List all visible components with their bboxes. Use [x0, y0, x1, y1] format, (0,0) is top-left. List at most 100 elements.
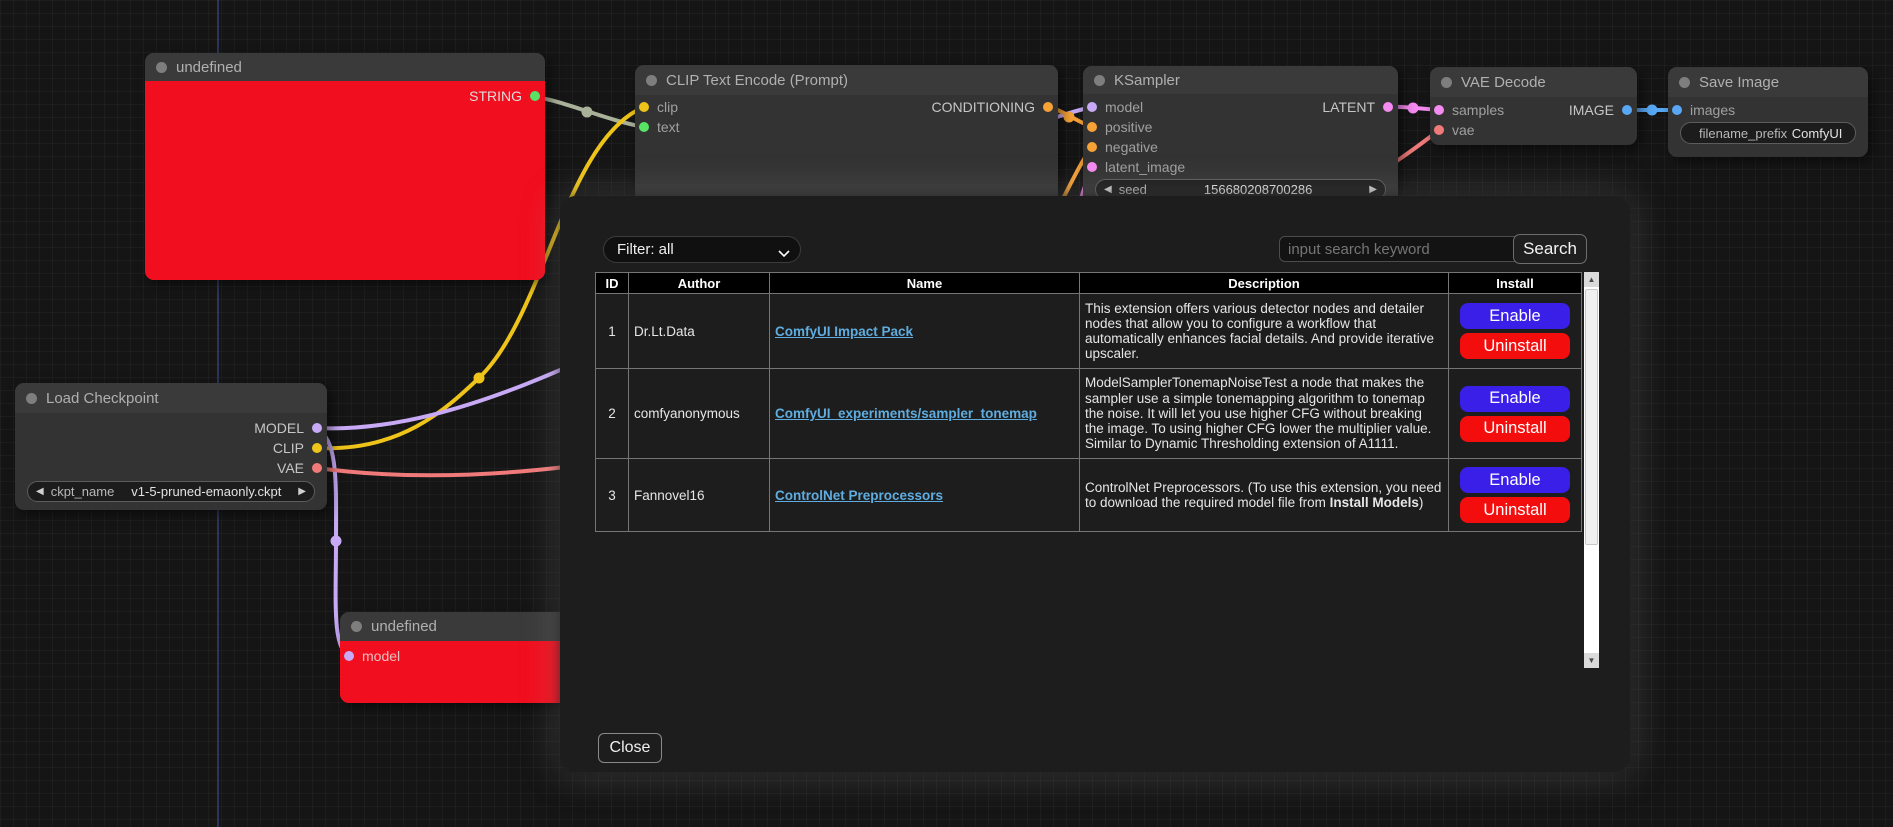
wire-dot-latent[interactable] [1408, 103, 1419, 114]
output-row-string: STRING [469, 86, 540, 106]
widget-label: filename_prefix [1699, 126, 1787, 141]
col-header-name: Name [770, 273, 1080, 294]
output-port-vae[interactable] [312, 463, 322, 473]
decrement-arrow-icon[interactable]: ◀ [36, 487, 44, 497]
col-header-id: ID [596, 273, 629, 294]
uninstall-button[interactable]: Uninstall [1460, 497, 1570, 523]
description-text-bold: Install Models [1330, 495, 1419, 510]
wire-dot-string[interactable] [582, 107, 593, 118]
collapse-dot-icon[interactable] [1094, 75, 1105, 86]
scroll-up-icon[interactable]: ▲ [1584, 272, 1599, 287]
output-port-conditioning[interactable] [1043, 102, 1053, 112]
cell-description: ControlNet Preprocessors. (To use this e… [1080, 459, 1449, 532]
extension-link[interactable]: ComfyUI_experiments/sampler_tonemap [775, 406, 1037, 421]
node-title: undefined [176, 59, 242, 76]
input-row-negative: negative [1083, 137, 1398, 157]
node-title-bar[interactable]: Load Checkpoint [15, 383, 327, 413]
wire-dot-image[interactable] [1647, 105, 1658, 116]
collapse-dot-icon[interactable] [156, 62, 167, 73]
output-port-clip[interactable] [312, 443, 322, 453]
output-port-string[interactable] [530, 91, 540, 101]
description-text: ) [1419, 495, 1424, 510]
scroll-down-icon[interactable]: ▼ [1584, 653, 1599, 668]
output-port-model[interactable] [312, 423, 322, 433]
table-scrollbar[interactable]: ▲ ▼ [1584, 272, 1599, 668]
cell-install: Enable Uninstall [1449, 369, 1582, 459]
scrollbar-thumb[interactable] [1585, 289, 1598, 545]
node-save-image[interactable]: Save Image images filename_prefix ComfyU… [1668, 67, 1868, 157]
cell-id: 3 [596, 459, 629, 532]
input-port-model[interactable] [344, 651, 354, 661]
widget-label: seed [1119, 182, 1147, 197]
node-title: Load Checkpoint [46, 390, 159, 407]
node-body: samples vae IMAGE [1430, 97, 1637, 140]
node-title-bar[interactable]: VAE Decode [1430, 67, 1637, 97]
decrement-arrow-icon[interactable]: ◀ [1104, 185, 1112, 195]
node-vae-decode[interactable]: VAE Decode samples vae IMAGE [1430, 67, 1637, 145]
output-row-conditioning: CONDITIONING [932, 97, 1053, 117]
input-port-vae[interactable] [1434, 125, 1444, 135]
collapse-dot-icon[interactable] [1679, 77, 1690, 88]
input-port-clip[interactable] [639, 102, 649, 112]
enable-button[interactable]: Enable [1460, 303, 1570, 329]
uninstall-button[interactable]: Uninstall [1460, 416, 1570, 442]
input-row-images: images [1668, 100, 1868, 120]
node-load-checkpoint[interactable]: Load Checkpoint MODEL CLIP VAE ◀ ckpt_na… [15, 383, 327, 510]
node-title-bar[interactable]: CLIP Text Encode (Prompt) [635, 65, 1058, 95]
extension-link[interactable]: ComfyUI Impact Pack [775, 324, 913, 339]
node-title-bar[interactable]: undefined [145, 53, 545, 81]
input-row-text: text [635, 117, 1058, 137]
input-port-samples[interactable] [1434, 105, 1444, 115]
output-label: CONDITIONING [932, 99, 1035, 115]
search-input[interactable] [1279, 236, 1523, 262]
collapse-dot-icon[interactable] [351, 621, 362, 632]
increment-arrow-icon[interactable]: ▶ [298, 487, 306, 497]
widget-value: 156680208700286 [1147, 182, 1369, 197]
node-title-bar[interactable]: KSampler [1083, 66, 1398, 94]
cell-install: Enable Uninstall [1449, 294, 1582, 369]
node-undefined-top[interactable]: undefined STRING [145, 53, 545, 280]
description-text: This extension offers various detector n… [1085, 301, 1434, 362]
cell-description: This extension offers various detector n… [1080, 294, 1449, 369]
output-port-image[interactable] [1622, 105, 1632, 115]
node-title-bar[interactable]: Save Image [1668, 67, 1868, 97]
input-port-images[interactable] [1672, 105, 1682, 115]
node-body: images filename_prefix ComfyUI [1668, 97, 1868, 144]
wire-dot-clip[interactable] [474, 373, 485, 384]
increment-arrow-icon[interactable]: ▶ [1369, 185, 1377, 195]
ckpt-name-widget[interactable]: ◀ ckpt_name v1-5-pruned-emaonly.ckpt ▶ [27, 481, 315, 502]
input-port-latent-image[interactable] [1087, 162, 1097, 172]
node-clip-text-encode[interactable]: CLIP Text Encode (Prompt) clip text COND… [635, 65, 1058, 205]
node-ksampler[interactable]: KSampler model positive negative latent_… [1083, 66, 1398, 216]
enable-button[interactable]: Enable [1460, 386, 1570, 412]
input-label: images [1690, 102, 1735, 118]
uninstall-button[interactable]: Uninstall [1460, 333, 1570, 359]
input-port-model[interactable] [1087, 102, 1097, 112]
input-port-negative[interactable] [1087, 142, 1097, 152]
input-row-latent-image: latent_image [1083, 157, 1398, 177]
collapse-dot-icon[interactable] [26, 393, 37, 404]
node-title: undefined [371, 618, 437, 635]
widget-value: ComfyUI [1787, 126, 1847, 141]
node-body: model positive negative latent_image LAT… [1083, 94, 1398, 200]
enable-button[interactable]: Enable [1460, 467, 1570, 493]
node-title: KSampler [1114, 72, 1180, 89]
wire-dot-conditioning[interactable] [1064, 112, 1075, 123]
filter-select-wrap: Filter: all [603, 236, 801, 263]
input-label: samples [1452, 102, 1504, 118]
input-port-positive[interactable] [1087, 122, 1097, 132]
extension-link[interactable]: ControlNet Preprocessors [775, 488, 943, 503]
search-button[interactable]: Search [1513, 234, 1587, 264]
output-port-latent[interactable] [1383, 102, 1393, 112]
input-label: text [657, 119, 680, 135]
filename-prefix-widget[interactable]: filename_prefix ComfyUI [1680, 122, 1856, 144]
input-row-positive: positive [1083, 117, 1398, 137]
input-port-text[interactable] [639, 122, 649, 132]
wire-dot-model[interactable] [331, 536, 342, 547]
collapse-dot-icon[interactable] [1441, 77, 1452, 88]
collapse-dot-icon[interactable] [646, 75, 657, 86]
col-header-install: Install [1449, 273, 1582, 294]
filter-select[interactable]: Filter: all [603, 236, 801, 263]
close-button[interactable]: Close [598, 733, 662, 763]
node-title: Save Image [1699, 74, 1779, 91]
